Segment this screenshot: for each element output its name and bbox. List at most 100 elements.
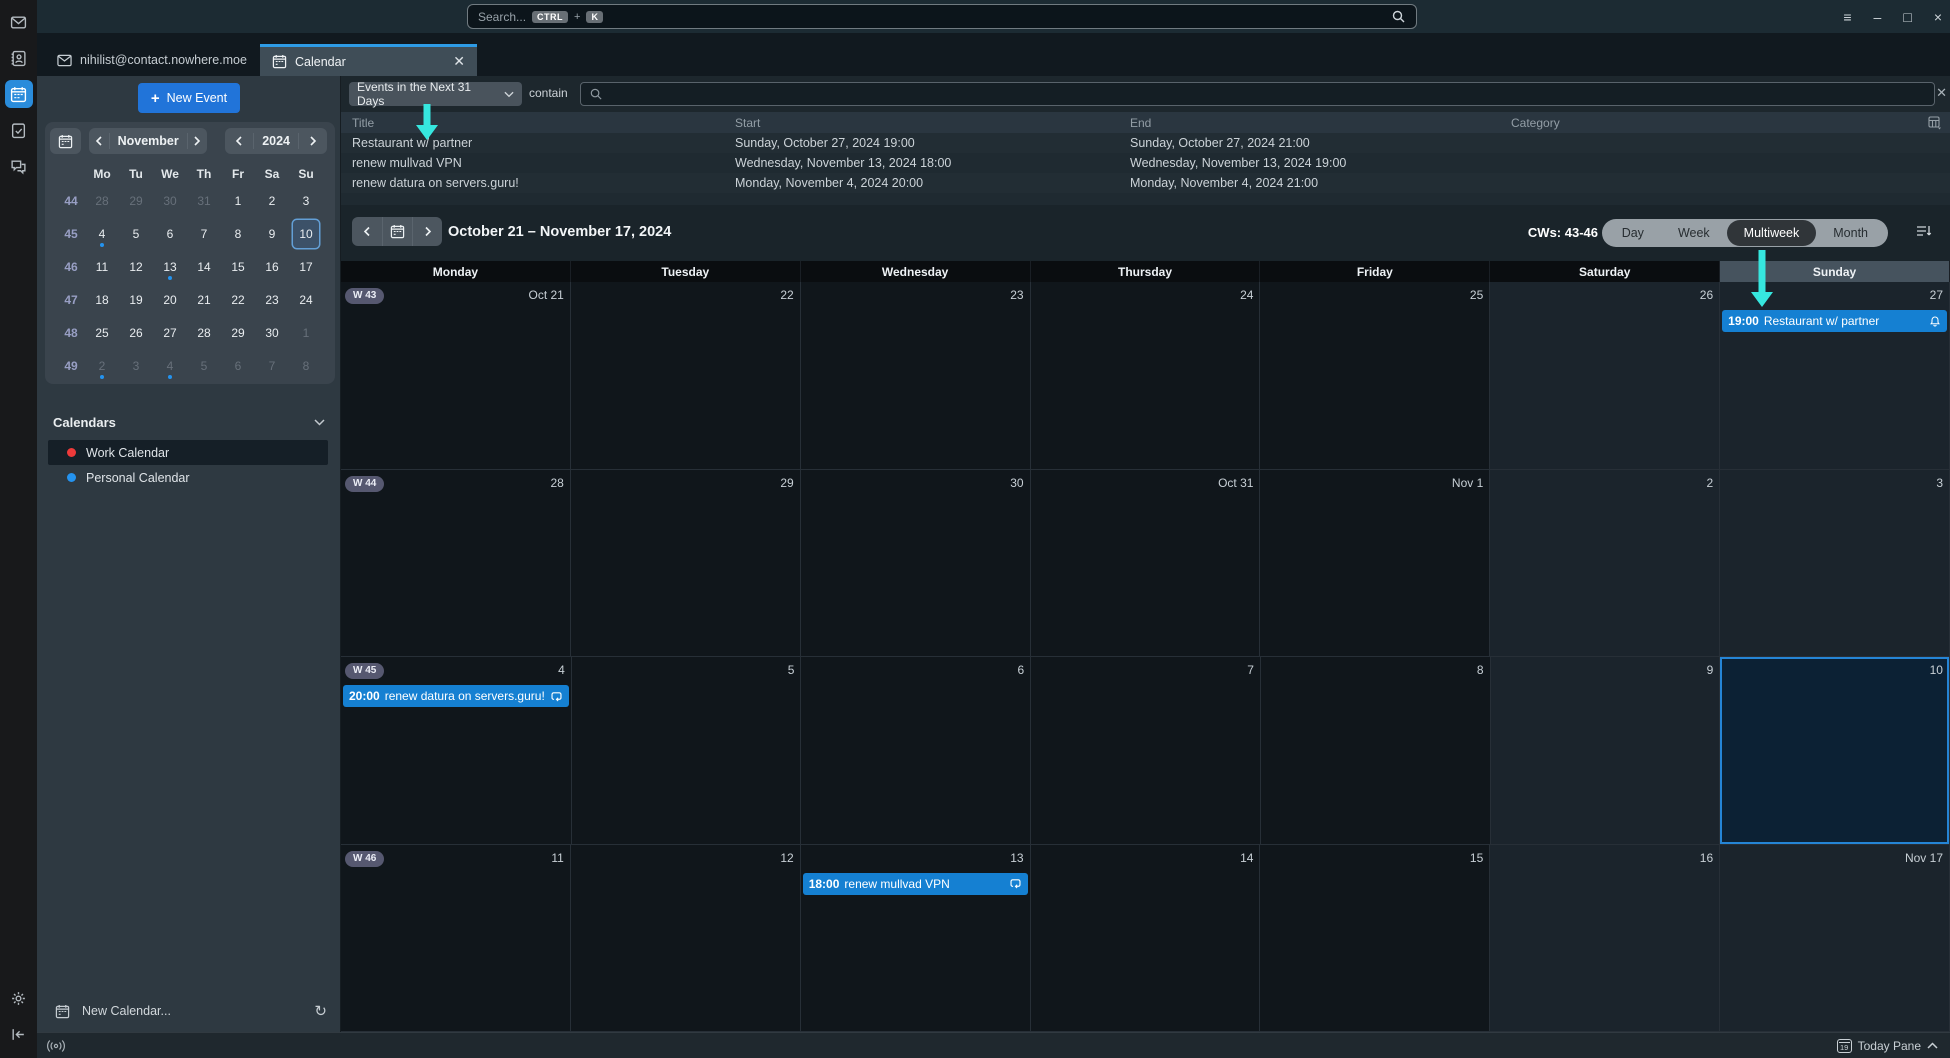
calendar-day-cell[interactable]: 9 bbox=[1491, 657, 1721, 845]
mini-month-day[interactable]: 10 bbox=[289, 220, 323, 248]
calendar-day-cell[interactable]: 14 bbox=[1031, 845, 1261, 1033]
mini-month-day[interactable]: 24 bbox=[289, 286, 323, 314]
mini-month-day[interactable]: 4 bbox=[153, 352, 187, 380]
calendar-day-cell[interactable]: 3 bbox=[1720, 470, 1950, 658]
mini-calendar-icon-button[interactable] bbox=[50, 128, 81, 154]
mini-month-day[interactable]: 30 bbox=[255, 319, 289, 347]
mini-month-day[interactable]: 4 bbox=[85, 220, 119, 248]
mini-month-day[interactable]: 19 bbox=[119, 286, 153, 314]
calendar-space-icon[interactable] bbox=[5, 80, 33, 108]
mini-month-day[interactable]: 16 bbox=[255, 253, 289, 281]
mini-month-day[interactable]: 17 bbox=[289, 253, 323, 281]
event-list-row[interactable]: Restaurant w/ partnerSunday, October 27,… bbox=[341, 133, 1950, 153]
event-chip[interactable]: 18:00renew mullvad VPN bbox=[803, 873, 1028, 895]
calendar-day-cell[interactable]: Oct 31 bbox=[1031, 470, 1261, 658]
rotate-view-icon[interactable] bbox=[1915, 223, 1932, 240]
weekday-header[interactable]: Sunday bbox=[1720, 261, 1950, 282]
mini-month-day[interactable]: 13 bbox=[153, 253, 187, 281]
mini-month-day[interactable]: 15 bbox=[221, 253, 255, 281]
mini-month-day[interactable]: 22 bbox=[221, 286, 255, 314]
mini-month-day[interactable]: 2 bbox=[85, 352, 119, 380]
weekday-header[interactable]: Friday bbox=[1260, 261, 1490, 282]
today-button[interactable] bbox=[382, 217, 412, 246]
calendar-day-cell[interactable]: 2 bbox=[1490, 470, 1720, 658]
next-month-icon[interactable] bbox=[188, 128, 207, 154]
event-chip[interactable]: 19:00Restaurant w/ partner bbox=[1722, 310, 1947, 332]
mini-month-day[interactable]: 8 bbox=[289, 352, 323, 380]
event-filter-dropdown[interactable]: Events in the Next 31 Days bbox=[349, 82, 522, 106]
mini-month-day[interactable]: 20 bbox=[153, 286, 187, 314]
column-picker-icon[interactable] bbox=[1928, 116, 1942, 130]
maximize-icon[interactable]: □ bbox=[1903, 10, 1911, 24]
tab-mail-account[interactable]: nihilist@contact.nowhere.moe bbox=[45, 44, 260, 76]
calendar-day-cell[interactable]: 5 bbox=[572, 657, 802, 845]
mini-month-day[interactable]: 23 bbox=[255, 286, 289, 314]
sync-calendars-icon[interactable]: ↻ bbox=[314, 1002, 327, 1020]
mini-month-day[interactable]: 8 bbox=[221, 220, 255, 248]
mini-month-day[interactable]: 6 bbox=[153, 220, 187, 248]
calendar-day-cell[interactable]: 25 bbox=[1260, 282, 1490, 470]
event-chip[interactable]: 20:00renew datura on servers.guru! bbox=[343, 685, 569, 707]
mini-month-day[interactable]: 14 bbox=[187, 253, 221, 281]
view-tab-week[interactable]: Week bbox=[1661, 221, 1727, 245]
calendar-day-cell[interactable]: W 4611 bbox=[341, 845, 571, 1033]
chat-space-icon[interactable] bbox=[5, 152, 33, 180]
calendar-day-cell[interactable]: 29 bbox=[571, 470, 801, 658]
event-list-column-header[interactable]: End bbox=[1130, 116, 1511, 130]
weekday-header[interactable]: Tuesday bbox=[571, 261, 801, 282]
previous-period-button[interactable] bbox=[352, 217, 382, 246]
calendar-day-cell[interactable]: 16 bbox=[1490, 845, 1720, 1033]
filter-search-input[interactable] bbox=[580, 82, 1935, 106]
view-tab-month[interactable]: Month bbox=[1816, 221, 1885, 245]
mini-month-day[interactable]: 1 bbox=[221, 187, 255, 215]
mini-month-day[interactable]: 11 bbox=[85, 253, 119, 281]
tasks-space-icon[interactable] bbox=[5, 116, 33, 144]
today-pane-toggle[interactable]: 19 Today Pane bbox=[1837, 1039, 1938, 1053]
mini-month-day[interactable]: 1 bbox=[289, 319, 323, 347]
address-book-space-icon[interactable] bbox=[5, 44, 33, 72]
mini-month-day[interactable]: 28 bbox=[187, 319, 221, 347]
close-window-icon[interactable]: × bbox=[1934, 10, 1942, 24]
event-list-column-header[interactable]: Start bbox=[735, 116, 1130, 130]
mini-month-day[interactable]: 5 bbox=[187, 352, 221, 380]
calendar-day-cell[interactable]: Nov 1 bbox=[1260, 470, 1490, 658]
weekday-header[interactable]: Saturday bbox=[1490, 261, 1720, 282]
calendar-day-cell[interactable]: 30 bbox=[801, 470, 1031, 658]
calendar-list-item[interactable]: Work Calendar bbox=[48, 440, 328, 465]
calendar-day-cell[interactable]: 1318:00renew mullvad VPN bbox=[801, 845, 1031, 1033]
tab-close-icon[interactable]: ✕ bbox=[453, 53, 465, 70]
weekday-header[interactable]: Wednesday bbox=[801, 261, 1031, 282]
calendars-section-header[interactable]: Calendars bbox=[53, 415, 325, 430]
event-list-row[interactable]: renew mullvad VPNWednesday, November 13,… bbox=[341, 153, 1950, 173]
calendar-day-cell[interactable]: 6 bbox=[801, 657, 1031, 845]
global-search-input[interactable]: Search... CTRL + K bbox=[467, 4, 1417, 29]
event-list-column-header[interactable]: Category bbox=[1511, 116, 1911, 130]
calendar-day-cell[interactable]: 15 bbox=[1260, 845, 1490, 1033]
mini-month-day[interactable]: 2 bbox=[255, 187, 289, 215]
weekday-header[interactable]: Monday bbox=[341, 261, 571, 282]
mini-month-day[interactable]: 3 bbox=[289, 187, 323, 215]
calendar-day-cell[interactable]: W 4428 bbox=[341, 470, 571, 658]
calendar-day-cell[interactable]: 12 bbox=[571, 845, 801, 1033]
next-period-button[interactable] bbox=[412, 217, 442, 246]
mini-month-day[interactable]: 29 bbox=[119, 187, 153, 215]
new-event-button[interactable]: + New Event bbox=[138, 83, 240, 113]
minimize-icon[interactable]: – bbox=[1874, 10, 1882, 24]
mini-month-day[interactable]: 9 bbox=[255, 220, 289, 248]
mini-month-day[interactable]: 30 bbox=[153, 187, 187, 215]
mini-month-day[interactable]: 7 bbox=[255, 352, 289, 380]
app-menu-icon[interactable]: ≡ bbox=[1843, 10, 1851, 24]
previous-year-icon[interactable] bbox=[225, 128, 253, 154]
event-list-row[interactable]: renew datura on servers.guru!Monday, Nov… bbox=[341, 173, 1950, 193]
calendar-day-cell[interactable]: 7 bbox=[1031, 657, 1261, 845]
mini-month-day[interactable]: 7 bbox=[187, 220, 221, 248]
mini-month-day[interactable]: 21 bbox=[187, 286, 221, 314]
mini-month-day[interactable]: 26 bbox=[119, 319, 153, 347]
calendar-day-cell[interactable]: 10 bbox=[1720, 657, 1950, 845]
calendar-day-cell[interactable]: W 43Oct 21 bbox=[341, 282, 571, 470]
calendar-day-cell[interactable]: 22 bbox=[571, 282, 801, 470]
new-calendar-button[interactable]: New Calendar... bbox=[82, 1004, 171, 1018]
next-year-icon[interactable] bbox=[299, 128, 327, 154]
calendar-day-cell[interactable]: 8 bbox=[1261, 657, 1491, 845]
view-tab-day[interactable]: Day bbox=[1605, 221, 1661, 245]
